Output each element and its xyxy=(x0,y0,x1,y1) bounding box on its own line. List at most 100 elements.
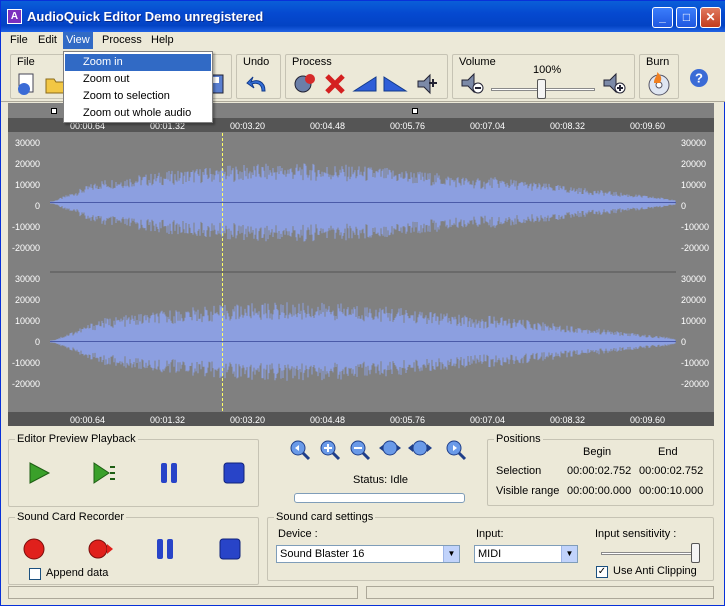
selection-handle-start[interactable] xyxy=(51,108,57,114)
chevron-down-icon[interactable]: ▼ xyxy=(561,546,577,562)
volume-value: 100% xyxy=(533,64,562,76)
sensitivity-slider-track[interactable] xyxy=(601,552,699,555)
volume-slider-thumb[interactable] xyxy=(537,79,546,99)
y-tick: 30000 xyxy=(681,274,707,284)
app-icon: A xyxy=(7,9,22,24)
y-tick: 20000 xyxy=(681,159,707,169)
zoom-controls xyxy=(287,437,477,467)
app-window: A AudioQuick Editor Demo unregistered _ … xyxy=(0,0,725,606)
record-stop-icon[interactable] xyxy=(217,536,243,562)
selection-end: 00:00:02.752 xyxy=(639,465,704,477)
y-tick: -10000 xyxy=(681,358,710,368)
volume-group: Volume 100% xyxy=(452,54,635,99)
append-data-label: Append data xyxy=(46,567,109,579)
record-append-icon[interactable] xyxy=(87,536,113,562)
time-tick: 00:08.32 xyxy=(550,415,586,425)
y-tick: -20000 xyxy=(11,243,40,253)
help-icon[interactable]: ? xyxy=(689,68,709,88)
time-ruler-bottom[interactable]: 00:00.64 00:01.32 00:03.20 00:04.48 00:0… xyxy=(8,412,714,426)
input-select[interactable]: MIDI ▼ xyxy=(474,545,578,563)
menu-zoom-to-selection[interactable]: Zoom to selection xyxy=(65,88,211,105)
window-title: AudioQuick Editor Demo unregistered xyxy=(27,9,264,24)
time-tick: 00:08.32 xyxy=(550,121,586,131)
view-menu-dropdown: Zoom in Zoom out Zoom to selection Zoom … xyxy=(63,51,213,123)
volume-down-icon[interactable] xyxy=(459,71,485,97)
menu-file[interactable]: File xyxy=(10,34,28,46)
preview-label: Editor Preview Playback xyxy=(15,433,138,445)
maximize-button[interactable]: □ xyxy=(676,7,697,28)
soundcard-label: Sound card settings xyxy=(274,511,376,523)
recorder-panel: Sound Card Recorder Append data xyxy=(8,511,259,585)
y-tick: -20000 xyxy=(11,379,40,389)
selection-handle-end[interactable] xyxy=(412,108,418,114)
stop-icon[interactable] xyxy=(221,460,247,486)
y-tick: -20000 xyxy=(681,243,710,253)
minimize-button[interactable]: _ xyxy=(652,7,673,28)
amplify-icon[interactable] xyxy=(414,71,440,97)
effects-icon[interactable] xyxy=(292,71,318,97)
zoom-whole-icon[interactable] xyxy=(407,437,433,463)
title-bar[interactable]: A AudioQuick Editor Demo unregistered _ … xyxy=(1,1,725,32)
close-button[interactable]: ✕ xyxy=(700,7,721,28)
y-tick: 20000 xyxy=(14,295,40,305)
zoom-out-left-icon[interactable] xyxy=(287,437,313,463)
append-data-checkbox[interactable] xyxy=(29,568,41,580)
menu-zoom-in[interactable]: Zoom in xyxy=(65,54,211,71)
selection-label: Selection xyxy=(496,465,542,477)
y-tick: 30000 xyxy=(681,138,707,148)
playback-progress-bar xyxy=(294,493,465,503)
input-value: MIDI xyxy=(478,548,502,560)
playback-cursor[interactable] xyxy=(222,133,223,411)
y-tick: -10000 xyxy=(11,222,40,232)
chevron-down-icon[interactable]: ▼ xyxy=(443,546,459,562)
menu-edit[interactable]: Edit xyxy=(38,34,57,46)
status-text: Status: Idle xyxy=(353,474,409,486)
pause-icon[interactable] xyxy=(156,460,182,486)
record-icon[interactable] xyxy=(21,536,47,562)
zoom-out-right-icon[interactable] xyxy=(443,437,469,463)
time-tick: 00:03.20 xyxy=(230,121,266,131)
menu-help[interactable]: Help xyxy=(151,34,174,46)
positions-label: Positions xyxy=(494,433,543,445)
burn-group: Burn xyxy=(639,54,679,99)
y-tick: 10000 xyxy=(14,316,40,326)
input-label: Input: xyxy=(476,528,504,540)
play-icon[interactable] xyxy=(26,460,52,486)
waveform-view[interactable]: 00:00.64 00:01.32 00:03.20 00:04.48 00:0… xyxy=(8,103,714,426)
burn-cd-icon[interactable] xyxy=(646,71,672,97)
device-select[interactable]: Sound Blaster 16 ▼ xyxy=(276,545,460,563)
y-tick: 30000 xyxy=(14,138,40,148)
delete-icon[interactable] xyxy=(322,71,348,97)
sensitivity-label: Input sensitivity : xyxy=(595,528,677,540)
end-header: End xyxy=(658,446,678,458)
process-group: Process xyxy=(285,54,448,99)
waveform-canvas[interactable] xyxy=(50,133,676,411)
anti-clipping-checkbox[interactable]: ✓ xyxy=(596,566,608,578)
status-bar-right xyxy=(366,586,714,599)
time-tick: 00:09.60 xyxy=(630,121,666,131)
y-tick: 10000 xyxy=(681,316,707,326)
zoom-selection-icon[interactable] xyxy=(377,437,403,463)
time-tick: 00:04.48 xyxy=(310,121,346,131)
menu-view[interactable]: View xyxy=(63,32,93,49)
zoom-out-icon[interactable] xyxy=(347,437,373,463)
play-selection-icon[interactable] xyxy=(91,460,117,486)
positions-panel: Positions Begin End Selection 00:00:02.7… xyxy=(487,433,714,506)
fade-in-icon[interactable] xyxy=(352,71,378,97)
volume-up-icon[interactable] xyxy=(601,71,627,97)
time-tick: 00:07.04 xyxy=(470,415,506,425)
fade-out-icon[interactable] xyxy=(382,71,408,97)
menu-zoom-out-whole[interactable]: Zoom out whole audio xyxy=(65,105,211,122)
menu-zoom-out[interactable]: Zoom out xyxy=(65,71,211,88)
y-tick: 10000 xyxy=(14,180,40,190)
record-pause-icon[interactable] xyxy=(152,536,178,562)
new-file-icon[interactable] xyxy=(14,71,40,97)
zoom-in-icon[interactable] xyxy=(317,437,343,463)
device-value: Sound Blaster 16 xyxy=(280,548,365,560)
file-group-label: File xyxy=(17,56,35,68)
y-tick: 0 xyxy=(681,337,687,347)
time-tick: 00:04.48 xyxy=(310,415,346,425)
undo-icon[interactable] xyxy=(245,71,271,97)
sensitivity-slider-thumb[interactable] xyxy=(691,543,700,563)
menu-process[interactable]: Process xyxy=(102,34,142,46)
